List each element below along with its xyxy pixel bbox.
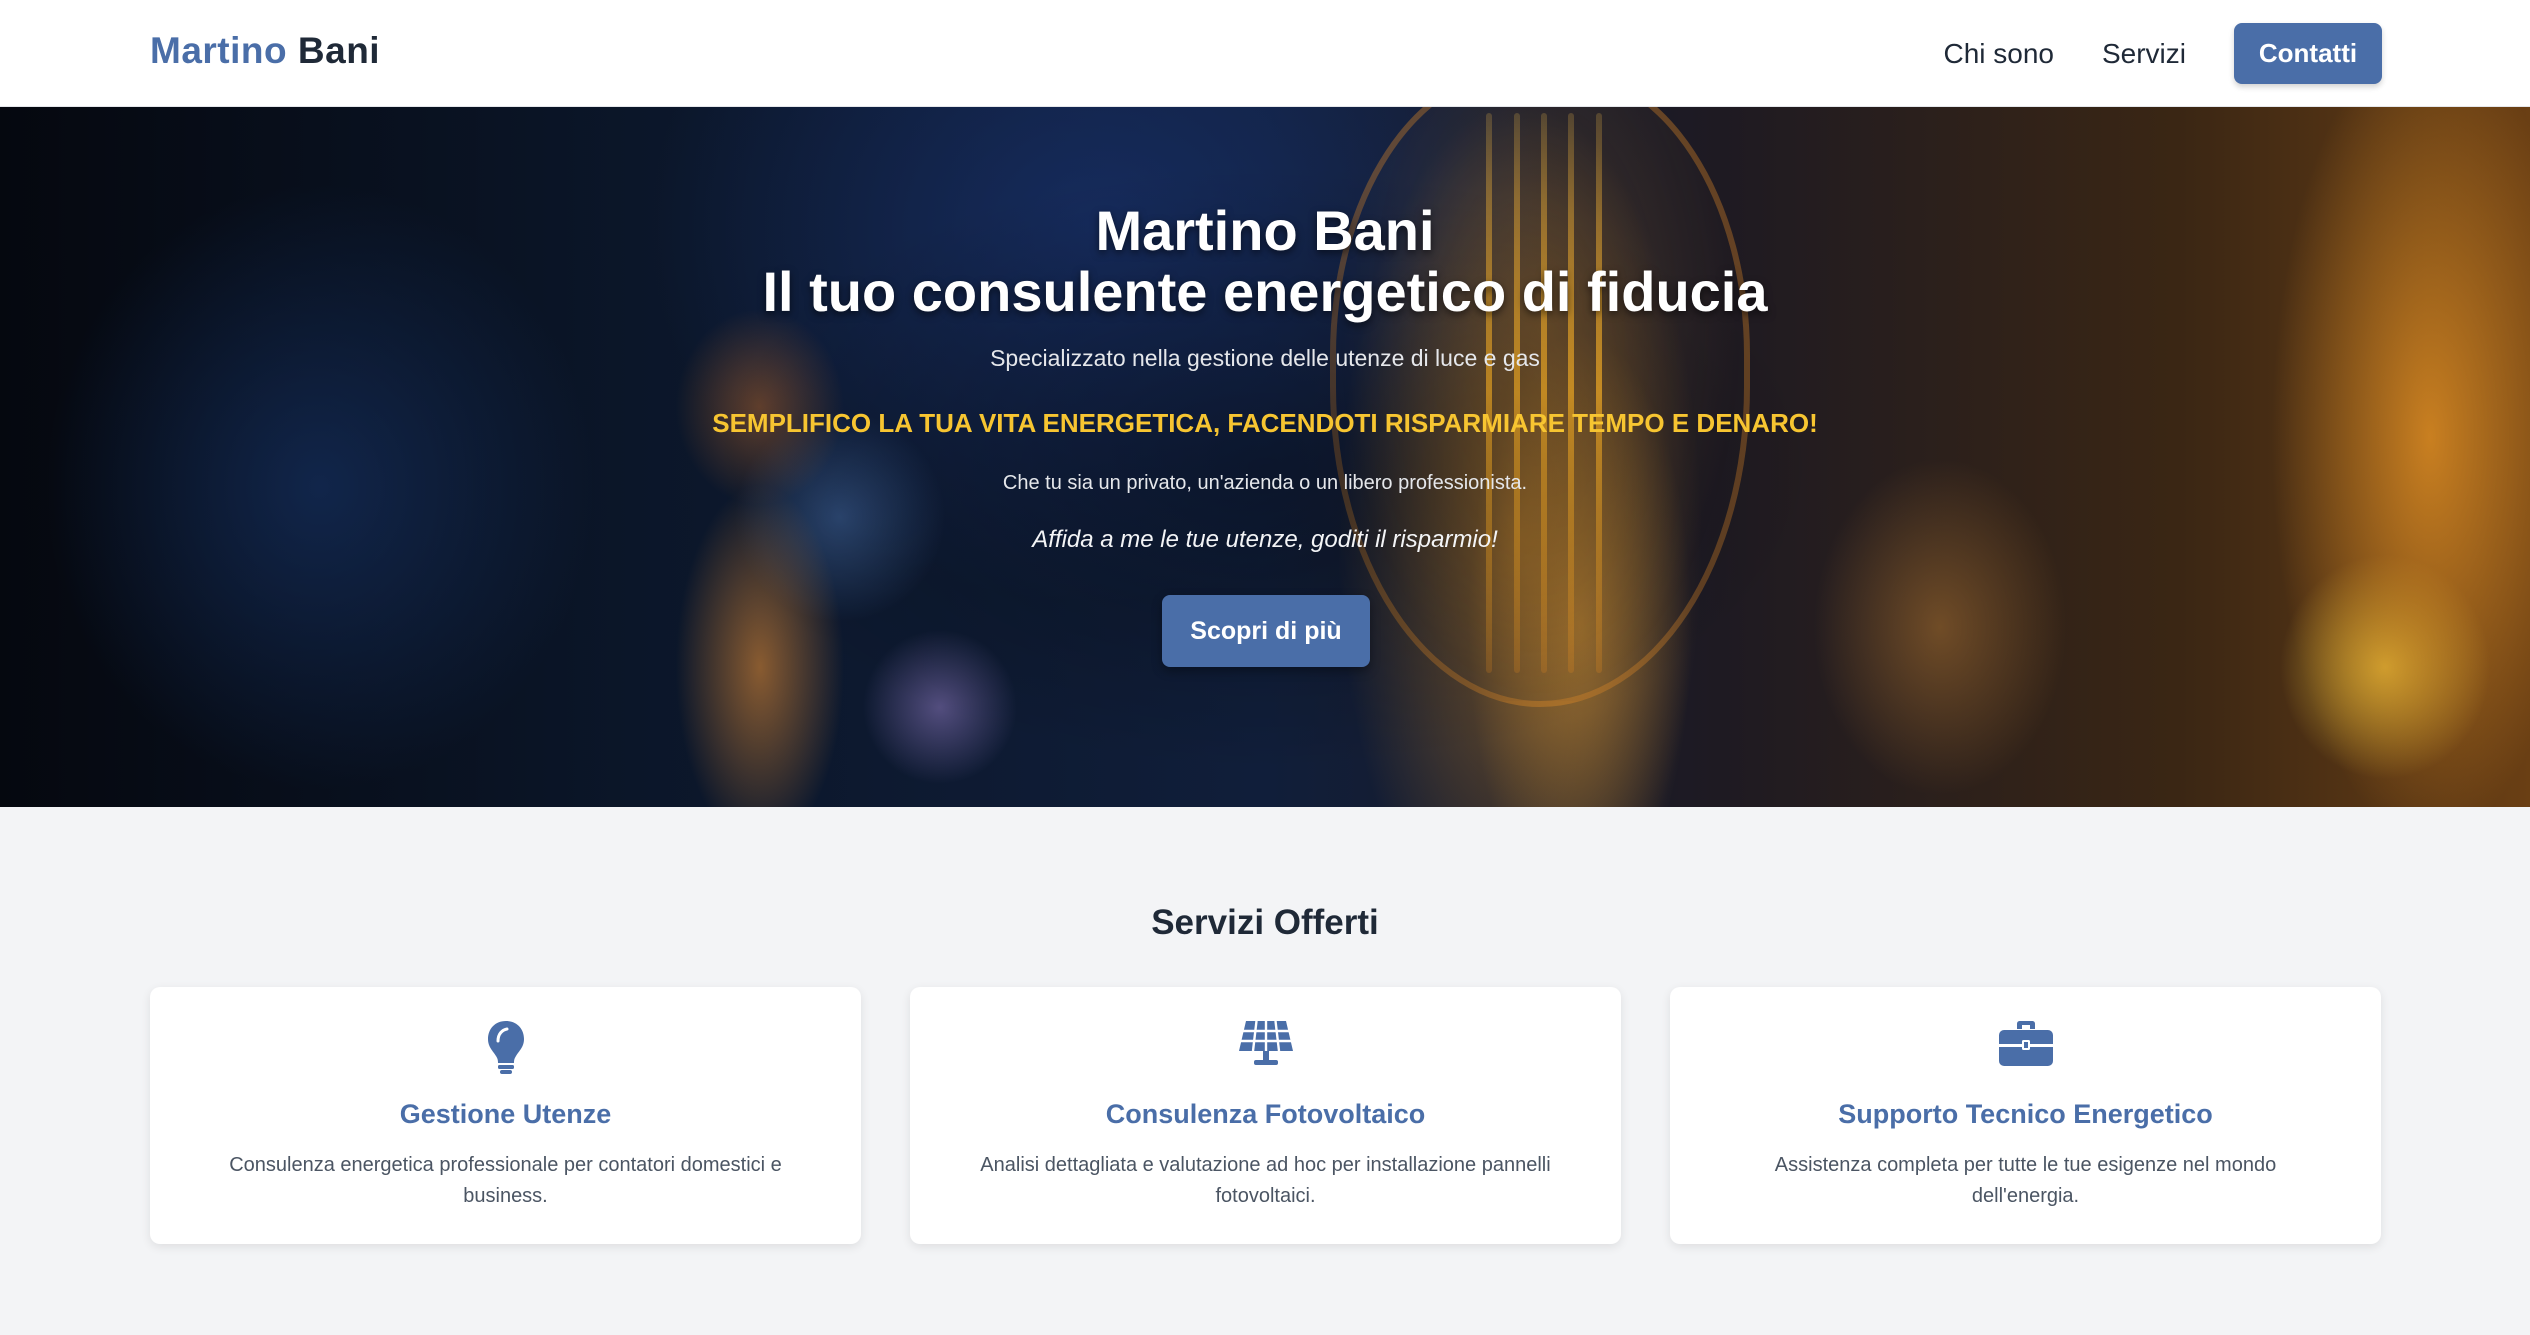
toolbox-icon (1998, 1021, 2053, 1066)
service-card-title: Gestione Utenze (399, 1099, 612, 1129)
nav-link-servizi[interactable]: Servizi (2102, 38, 2186, 70)
hero-section: Martino Bani Il tuo consulente energetic… (0, 107, 2530, 807)
contatti-button[interactable]: Contatti (2234, 23, 2382, 84)
solar-panel-icon (1238, 1020, 1293, 1065)
nav-links: Chi sono Servizi Contatti (1943, 23, 2382, 84)
service-card-supporto-tecnico: Supporto Tecnico Energetico Assistenza c… (1670, 987, 2381, 1244)
service-card-gestione-utenze: Gestione Utenze Consulenza energetica pr… (150, 987, 861, 1244)
service-card-description: Analisi dettagliata e valutazione ad hoc… (980, 1154, 1551, 1207)
hero-subtitle: Specializzato nella gestione delle utenz… (990, 345, 1540, 371)
service-card-description: Assistenza completa per tutte le tue esi… (1774, 1154, 2277, 1207)
brand-first-name: Martino (150, 30, 288, 71)
hero-italic-text: Affida a me le tue utenze, goditi il ris… (1032, 526, 1498, 553)
scopri-di-piu-button[interactable]: Scopri di più (1162, 595, 1370, 667)
service-card-consulenza-fotovoltaico: Consulenza Fotovoltaico Analisi dettagli… (910, 987, 1621, 1244)
brand-last-name: Bani (297, 30, 381, 71)
hero-title-tagline: Il tuo consulente energetico di fiducia (762, 260, 1768, 323)
hero-audience-text: Che tu sia un privato, un'azienda o un l… (1002, 472, 1528, 494)
navbar: Martino Bani Chi sono Servizi Contatti (0, 0, 2530, 107)
service-card-title: Supporto Tecnico Energetico (1838, 1099, 2213, 1129)
lightbulb-icon (487, 1021, 524, 1074)
hero-title-name: Martino Bani (1095, 199, 1435, 262)
service-card-title: Consulenza Fotovoltaico (1105, 1099, 1426, 1129)
nav-link-chi-sono[interactable]: Chi sono (1943, 38, 2054, 70)
hero-slogan: SEMPLIFICO LA TUA VITA ENERGETICA, FACEN… (712, 408, 1818, 438)
service-card-description: Consulenza energetica professionale per … (229, 1154, 782, 1207)
brand-logo[interactable]: Martino Bani (150, 30, 380, 72)
services-title: Servizi Offerti (1151, 903, 1379, 942)
